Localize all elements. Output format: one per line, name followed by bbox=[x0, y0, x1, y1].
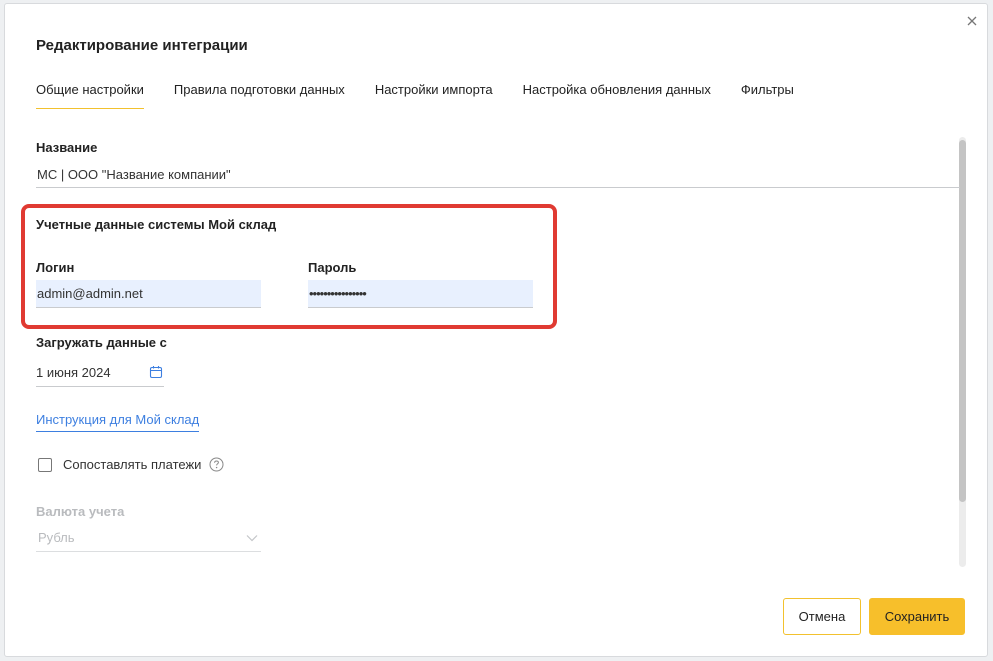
password-input[interactable] bbox=[308, 280, 533, 308]
scrollbar-thumb[interactable] bbox=[959, 140, 966, 502]
dialog-title: Редактирование интеграции bbox=[36, 37, 248, 54]
tab-import-settings[interactable]: Настройки импорта bbox=[375, 80, 493, 110]
tab-general-settings[interactable]: Общие настройки bbox=[36, 80, 144, 110]
tab-filters[interactable]: Фильтры bbox=[741, 80, 794, 110]
tab-bar: Общие настройки Правила подготовки данны… bbox=[36, 80, 824, 110]
name-input[interactable] bbox=[36, 162, 960, 188]
login-input[interactable] bbox=[36, 280, 261, 308]
tab-data-preparation-rules[interactable]: Правила подготовки данных bbox=[174, 80, 345, 110]
tab-data-update-settings[interactable]: Настройка обновления данных bbox=[523, 80, 711, 110]
credentials-section-title: Учетные данные системы Мой склад bbox=[36, 217, 277, 232]
instruction-link[interactable]: Инструкция для Мой склад bbox=[36, 412, 200, 432]
currency-select: Рубль bbox=[36, 525, 261, 552]
load-from-date-picker[interactable]: 1 июня 2024 bbox=[36, 360, 164, 387]
help-icon[interactable] bbox=[209, 457, 224, 472]
save-button[interactable]: Сохранить bbox=[869, 598, 965, 635]
load-from-label: Загружать данные с bbox=[36, 335, 167, 350]
close-icon bbox=[967, 16, 977, 26]
login-label: Логин bbox=[36, 260, 75, 275]
calendar-icon[interactable] bbox=[149, 365, 163, 379]
chevron-down-icon bbox=[246, 535, 258, 542]
currency-label: Валюта учета bbox=[36, 504, 125, 519]
load-from-date-value: 1 июня 2024 bbox=[36, 365, 111, 380]
name-label: Название bbox=[36, 140, 98, 155]
password-label: Пароль bbox=[308, 260, 357, 275]
currency-value: Рубль bbox=[38, 530, 75, 545]
edit-integration-dialog: Редактирование интеграции Общие настройк… bbox=[4, 3, 988, 657]
cancel-button[interactable]: Отмена bbox=[783, 598, 861, 635]
match-payments-row: Сопоставлять платежи bbox=[38, 457, 224, 472]
scrollbar[interactable] bbox=[959, 137, 966, 567]
match-payments-label[interactable]: Сопоставлять платежи bbox=[63, 457, 201, 472]
close-button[interactable] bbox=[965, 14, 979, 28]
match-payments-checkbox[interactable] bbox=[38, 457, 52, 472]
